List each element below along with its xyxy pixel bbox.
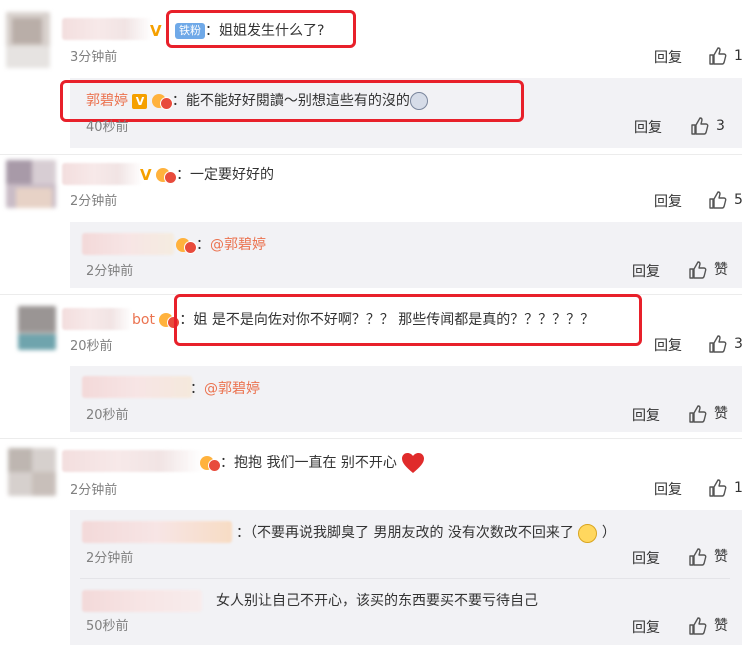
- like-button[interactable]: 1: [708, 478, 742, 498]
- mention-link[interactable]: @郭碧婷: [210, 237, 266, 253]
- like-button[interactable]: 赞: [688, 547, 728, 567]
- like-label: 赞: [714, 618, 728, 634]
- like-count: 5: [734, 192, 742, 208]
- reply-button[interactable]: 回复: [654, 48, 682, 68]
- like-button[interactable]: 3: [708, 334, 742, 354]
- reply-time: 2分钟前: [86, 264, 134, 279]
- reply-time: 20秒前: [86, 408, 129, 423]
- like-label: 赞: [714, 549, 728, 565]
- heart-emoji-icon: [402, 453, 425, 473]
- crying-face-emoji-icon: [578, 523, 598, 543]
- highlight-box: [166, 10, 356, 48]
- like-button[interactable]: 赞: [688, 404, 728, 424]
- reply-button[interactable]: 回复: [632, 262, 660, 282]
- fan-medal-icon: [156, 167, 178, 184]
- reply-button[interactable]: 回复: [654, 192, 682, 212]
- username-suffix[interactable]: bot: [132, 312, 155, 328]
- blurred-username[interactable]: [82, 521, 232, 543]
- blurred-username[interactable]: [82, 376, 192, 398]
- verified-badge-row: V: [150, 20, 162, 42]
- reply-line: ：@郭碧婷: [190, 381, 260, 397]
- divider: [80, 578, 730, 579]
- comment-time: 20秒前: [70, 339, 113, 354]
- like-button[interactable]: 5: [708, 190, 742, 210]
- reply-line: ：（不要再说我脚臭了 男朋友改的 没有次数改不回来了 ）: [236, 523, 616, 543]
- comment-time: 2分钟前: [70, 194, 118, 209]
- highlight-box: [174, 294, 642, 346]
- divider: [0, 154, 742, 155]
- blurred-username[interactable]: [62, 308, 132, 330]
- reply-button[interactable]: 回复: [654, 480, 682, 500]
- fan-medal-icon: [176, 237, 197, 254]
- thumbs-up-icon: [709, 479, 727, 497]
- reply-button[interactable]: 回复: [632, 549, 660, 569]
- fan-medal-icon: [200, 455, 221, 472]
- reply-line: 女人别让自己不开心，该买的东西要买不要亏待自己: [216, 593, 538, 609]
- comment-time: 3分钟前: [70, 50, 118, 65]
- thumbs-up-icon: [689, 617, 707, 635]
- thumbs-up-icon: [691, 117, 709, 135]
- reply-button[interactable]: 回复: [632, 406, 660, 426]
- avatar[interactable]: [6, 160, 56, 208]
- thumbs-up-icon: [689, 548, 707, 566]
- like-count: 3: [716, 118, 725, 134]
- mention-link[interactable]: @郭碧婷: [204, 381, 260, 397]
- blurred-username[interactable]: [62, 450, 202, 472]
- reply-time: 50秒前: [86, 619, 129, 634]
- blurred-username[interactable]: [82, 233, 174, 255]
- reply-time: 2分钟前: [86, 551, 134, 566]
- reply-button[interactable]: 回复: [632, 618, 660, 638]
- comment-text: V ：一定要好好的: [140, 166, 275, 184]
- avatar[interactable]: [18, 306, 56, 350]
- thumbs-up-icon: [709, 47, 727, 65]
- like-label: 赞: [714, 262, 728, 278]
- reply-button[interactable]: 回复: [634, 118, 662, 138]
- like-button[interactable]: 3: [690, 116, 725, 136]
- like-label: 赞: [714, 406, 728, 422]
- blurred-username[interactable]: [82, 590, 202, 612]
- highlight-box: [60, 80, 524, 122]
- divider: [0, 438, 742, 439]
- blurred-username[interactable]: [62, 18, 152, 40]
- thumbs-up-icon: [709, 191, 727, 209]
- thumbs-up-icon: [689, 405, 707, 423]
- thumbs-up-icon: [689, 261, 707, 279]
- like-count: 1: [734, 48, 742, 64]
- like-button[interactable]: 赞: [688, 616, 728, 636]
- comment-text: ：抱抱 我们一直在 别不开心: [200, 452, 425, 474]
- blurred-username[interactable]: [62, 163, 142, 185]
- like-count: 1: [734, 480, 742, 496]
- verified-v-icon: V: [140, 166, 152, 184]
- avatar[interactable]: [8, 448, 56, 496]
- like-count: 3: [734, 336, 742, 352]
- comment-time: 2分钟前: [70, 483, 118, 498]
- reply-time: 40秒前: [86, 120, 129, 135]
- thumbs-up-icon: [709, 335, 727, 353]
- verified-v-icon: V: [150, 22, 162, 40]
- reply-line: ：@郭碧婷: [176, 234, 266, 256]
- like-button[interactable]: 赞: [688, 260, 728, 280]
- like-button[interactable]: 1: [708, 46, 742, 66]
- avatar[interactable]: [6, 12, 50, 68]
- reply-button[interactable]: 回复: [654, 336, 682, 356]
